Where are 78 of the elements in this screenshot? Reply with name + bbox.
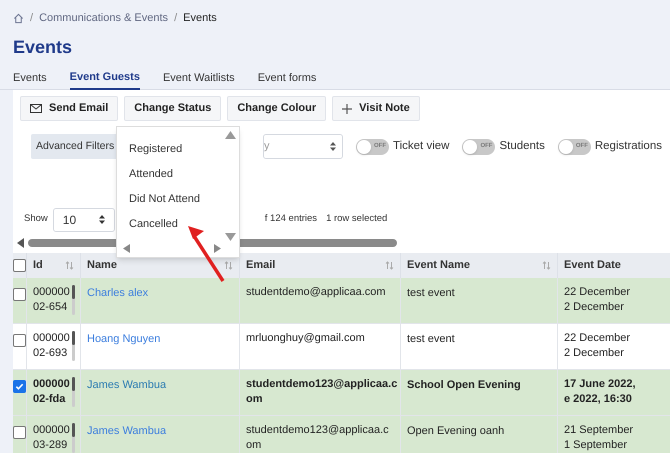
column-header[interactable]: Event Name	[407, 257, 470, 274]
scroll-left-icon[interactable]	[17, 238, 25, 248]
tab[interactable]: Events	[13, 68, 47, 90]
cell-scrollbar-icon	[72, 377, 75, 407]
table-cell-text: 000000 02-654	[33, 285, 70, 315]
toolbar-button[interactable]: Visit Note	[332, 96, 420, 121]
select-value: y	[264, 139, 270, 154]
page-title: Events	[12, 36, 74, 58]
breadcrumb-separator: /	[30, 11, 34, 26]
cell-scrollbar-icon	[72, 423, 75, 453]
toggle-knob	[463, 140, 478, 154]
breadcrumb-item: Events	[183, 11, 217, 26]
table-cell-text: 17 June 2022, e 2022, 16:30	[564, 377, 637, 407]
entries-info: f 124 entries	[264, 212, 318, 226]
row-checkbox[interactable]	[13, 288, 26, 301]
table-cell: test event	[407, 333, 455, 345]
scroll-left-icon[interactable]	[123, 244, 130, 253]
column-header[interactable]: Email	[246, 257, 276, 274]
cell-scrollbar-icon	[72, 285, 75, 315]
plus-icon	[342, 104, 352, 114]
tab[interactable]: Event forms	[258, 68, 316, 90]
toggle-knob	[357, 140, 371, 154]
toggle-label: Registrations	[594, 138, 662, 154]
row-checkbox[interactable]	[13, 334, 26, 347]
column-header[interactable]: Event Date	[564, 257, 621, 274]
table-cell: Open Evening oanh	[407, 425, 504, 437]
breadcrumb-separator: /	[174, 11, 178, 26]
scroll-down-icon[interactable]	[225, 233, 236, 241]
table-row[interactable]: 000000 03-289 James Wambua studentdemo123@applicaa.c om Open Evening oanh 21 September 1 September	[13, 416, 670, 453]
sort-icon[interactable]	[65, 261, 74, 270]
table-row[interactable]: 000000 02-654 Charles alex studentdemo@applicaa.com test event 22 December 2 December	[13, 278, 670, 324]
toggle-knob	[558, 140, 573, 154]
show-label: Show	[24, 212, 48, 226]
toggle-label: Ticket view	[393, 138, 450, 154]
sort-icon[interactable]	[385, 261, 394, 270]
breadcrumb-item[interactable]: Communications & Events	[39, 10, 168, 26]
row-checkbox[interactable]	[13, 259, 26, 272]
table-row[interactable]: 000000 02-fda James Wambua studentdemo123@applicaa.c om School Open Evening 17 June 2022, e 2022, 16:30	[13, 370, 670, 416]
table-cell-text: studentdemo123@applicaa.c om	[246, 423, 390, 453]
scroll-right-icon[interactable]	[214, 244, 221, 253]
pointer-arrow-icon	[186, 224, 226, 284]
table-cell-text: 22 December 2 December	[564, 285, 632, 315]
table-cell-text: mrluonghuy@gmail.com	[246, 331, 366, 346]
toolbar-button[interactable]: Change Status	[124, 96, 222, 121]
table-cell-text: 22 December 2 December	[564, 331, 632, 361]
toggle-label: Students	[499, 138, 545, 154]
menu-item[interactable]: Cancelled	[129, 216, 178, 232]
sort-arrows-icon	[98, 215, 105, 224]
selection-info: 1 row selected	[326, 212, 388, 226]
table-row[interactable]: 000000 02-693 Hoang Nguyen mrluonghuy@gmail.com test event 22 December 2 December	[13, 324, 670, 370]
table-cell: 000000 03-289	[33, 423, 70, 453]
page-length-select[interactable]: 10	[52, 208, 115, 232]
toolbar-button[interactable]: Send Email	[20, 96, 118, 121]
table-cell-text: studentdemo123@applicaa.c om	[246, 377, 398, 407]
table-cell: test event	[407, 287, 455, 299]
column-header[interactable]: Name	[87, 257, 117, 274]
guest-name-link[interactable]: Hoang Nguyen	[87, 333, 160, 345]
toolbar-button[interactable]: Change Colour	[227, 96, 326, 121]
mail-icon	[30, 104, 42, 113]
row-checkbox[interactable]	[13, 380, 26, 393]
scroll-up-icon[interactable]	[225, 131, 236, 139]
table-cell-text: 000000 02-fda	[33, 377, 70, 407]
row-checkbox[interactable]	[13, 426, 26, 439]
cell-scrollbar-icon	[72, 331, 75, 361]
guest-name-link[interactable]: James Wambua	[87, 379, 166, 391]
menu-item[interactable]: Registered	[129, 141, 182, 157]
table-cell-text: 21 September 1 September	[564, 423, 634, 453]
home-icon[interactable]	[13, 12, 24, 24]
tab[interactable]: Event Waitlists	[162, 68, 235, 90]
sort-arrows-icon	[330, 142, 336, 151]
table-cell: School Open Evening	[407, 379, 521, 391]
menu-item[interactable]: Attended	[129, 166, 174, 182]
menu-item[interactable]: Did Not Attend	[129, 191, 200, 207]
sort-icon[interactable]	[224, 261, 233, 270]
sort-icon[interactable]	[542, 261, 551, 270]
column-header[interactable]: Id	[33, 257, 43, 274]
table-cell-text: studentdemo@applicaa.com	[246, 285, 387, 300]
table-cell-text: 000000 02-693	[33, 331, 70, 361]
